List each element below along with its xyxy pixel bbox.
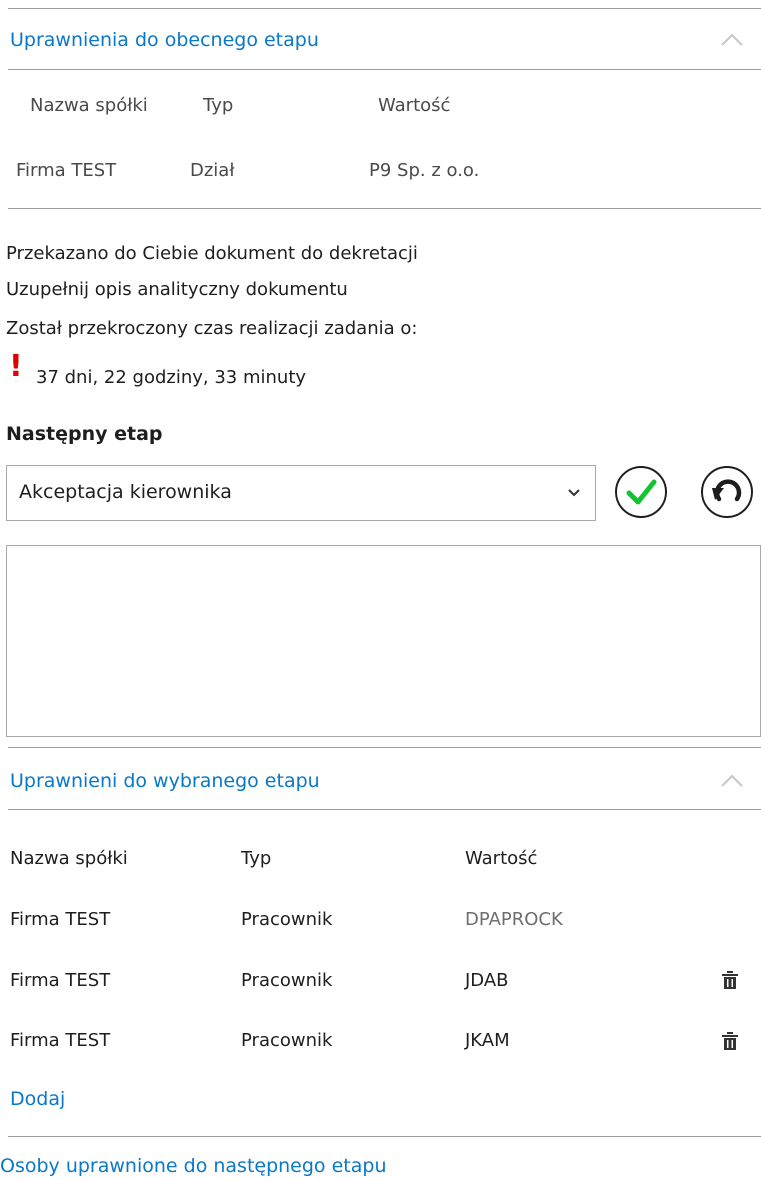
column-header-type: Typ bbox=[241, 848, 272, 869]
table-cell-company: Firma TEST bbox=[10, 970, 111, 991]
section-title-next-stage-people[interactable]: Osoby uprawnione do następnego etapu bbox=[0, 1155, 387, 1177]
chevron-up-icon[interactable] bbox=[721, 773, 743, 787]
message-overdue: Został przekroczony czas realizacji zada… bbox=[6, 318, 418, 339]
undo-icon bbox=[712, 479, 742, 502]
chevron-down-icon bbox=[568, 489, 580, 497]
table-cell-company: Firma TEST bbox=[10, 909, 111, 930]
table-cell-value: DPAPROCK bbox=[465, 909, 563, 930]
table-cell-company: Firma TEST bbox=[10, 1030, 111, 1051]
divider bbox=[8, 208, 761, 209]
comment-textarea[interactable] bbox=[6, 545, 761, 737]
table-cell-type: Pracownik bbox=[241, 970, 333, 991]
divider bbox=[8, 69, 761, 70]
message-forwarded: Przekazano do Ciebie dokument do dekreta… bbox=[6, 243, 418, 264]
next-stage-label: Następny etap bbox=[6, 423, 163, 445]
checkmark-icon bbox=[626, 479, 657, 505]
table-cell-type: Pracownik bbox=[241, 1030, 333, 1051]
table-cell-value: JKAM bbox=[465, 1030, 510, 1051]
undo-button[interactable] bbox=[701, 466, 753, 518]
trash-icon[interactable] bbox=[722, 1032, 738, 1050]
next-stage-selected-value: Akceptacja kierownika bbox=[19, 481, 232, 503]
divider bbox=[8, 809, 761, 810]
column-header-value: Wartość bbox=[378, 95, 451, 116]
divider bbox=[8, 8, 761, 9]
table-cell-type: Pracownik bbox=[241, 909, 333, 930]
column-header-company: Nazwa spółki bbox=[10, 848, 128, 869]
confirm-button[interactable] bbox=[615, 466, 667, 518]
divider bbox=[8, 1136, 761, 1137]
section-title-current-stage[interactable]: Uprawnienia do obecnego etapu bbox=[10, 29, 319, 51]
table-cell-company: Firma TEST bbox=[16, 160, 117, 181]
table-cell-value: P9 Sp. z o.o. bbox=[369, 160, 480, 181]
next-stage-select[interactable]: Akceptacja kierownika bbox=[6, 465, 596, 521]
message-fill-description: Uzupełnij opis analityczny dokumentu bbox=[6, 279, 348, 300]
column-header-type: Typ bbox=[203, 95, 234, 116]
column-header-company: Nazwa spółki bbox=[30, 95, 148, 116]
table-cell-value: JDAB bbox=[465, 970, 509, 991]
chevron-up-icon[interactable] bbox=[721, 32, 743, 46]
add-link[interactable]: Dodaj bbox=[10, 1088, 65, 1110]
exclamation-icon: ! bbox=[9, 349, 23, 384]
overdue-time: 37 dni, 22 godziny, 33 minuty bbox=[36, 367, 307, 388]
divider bbox=[8, 747, 761, 748]
column-header-value: Wartość bbox=[465, 848, 538, 869]
table-cell-type: Dział bbox=[190, 160, 235, 181]
trash-icon[interactable] bbox=[722, 971, 738, 989]
section-title-selected-stage[interactable]: Uprawnieni do wybranego etapu bbox=[10, 770, 320, 792]
